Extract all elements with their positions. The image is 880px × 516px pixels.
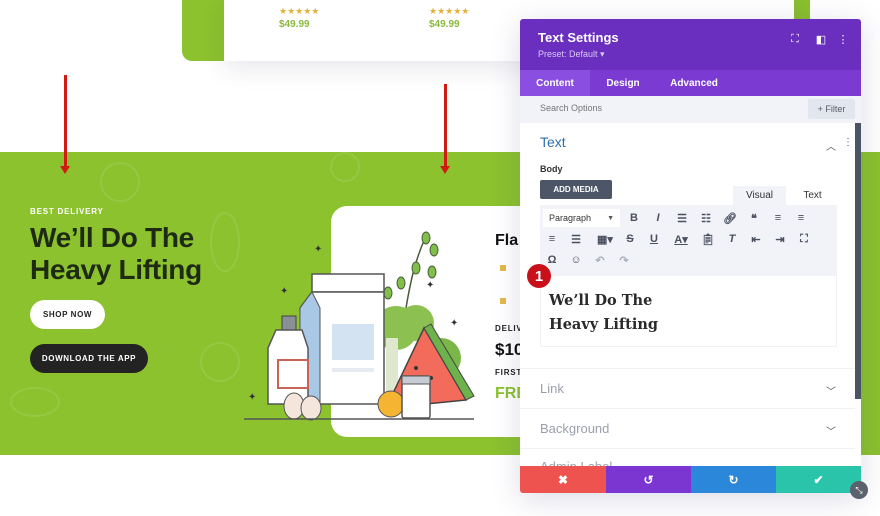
first-label: FIRST: [495, 368, 523, 377]
numbered-list-icon[interactable]: ☷: [698, 210, 714, 226]
promo-title: Fla: [495, 232, 519, 249]
text-settings-modal[interactable]: Text Settings Preset: Default ▾ ⛶ ◧ ⋮ Co…: [520, 19, 861, 493]
annotation-arrow: [440, 84, 450, 174]
annotation-badge: 1: [527, 264, 551, 288]
editor-line: We’ll Do The: [549, 292, 653, 309]
annotation-arrow: [60, 75, 70, 174]
caret-down-icon: ▼: [607, 214, 614, 222]
fullscreen-icon[interactable]: ⛶: [796, 231, 812, 247]
tab-content[interactable]: Content: [520, 70, 590, 96]
svg-text:✦: ✦: [280, 286, 288, 297]
more-vertical-icon[interactable]: ⋮: [836, 32, 850, 46]
hero-title: We’ll Do The Heavy Lifting: [30, 222, 202, 286]
blockquote-icon[interactable]: ❝: [746, 210, 762, 226]
bullet-icon: [500, 265, 506, 271]
divider: [520, 368, 855, 369]
product-price: $49.99: [429, 19, 460, 30]
hero-title-line: Heavy Lifting: [30, 254, 202, 285]
product-price: $49.99: [279, 19, 310, 30]
rich-text-editor[interactable]: We’ll Do The Heavy Lifting: [540, 275, 837, 347]
save-button[interactable]: ✔: [776, 466, 861, 493]
text-color-icon[interactable]: A▾: [670, 231, 692, 247]
search-bar: + Filter: [520, 96, 861, 123]
svg-text:✦: ✦: [314, 244, 322, 255]
tab-design[interactable]: Design: [590, 70, 656, 96]
svg-text:✦: ✦: [450, 318, 458, 329]
modal-header[interactable]: Text Settings Preset: Default ▾ ⛶ ◧ ⋮: [520, 19, 861, 70]
page-canvas: ★★★★★ $49.99 ★★★★★ $49.99 BEST DELIVERY …: [0, 0, 880, 516]
resize-handle-icon[interactable]: ⤡: [850, 481, 868, 499]
plant-icon: [383, 231, 439, 309]
shop-now-button[interactable]: SHOP NOW: [30, 300, 105, 329]
hero-kicker: BEST DELIVERY: [30, 207, 104, 216]
editor-content[interactable]: We’ll Do The Heavy Lifting: [549, 289, 658, 337]
align-right-icon[interactable]: ≡: [544, 231, 560, 247]
format-select-value: Paragraph: [549, 213, 592, 223]
decorative-doodle: [200, 342, 240, 382]
svg-text:✦: ✦: [426, 280, 434, 291]
redo-icon[interactable]: ↷: [616, 252, 632, 268]
orange-icon: [377, 390, 405, 418]
add-media-button[interactable]: ADD MEDIA: [540, 180, 612, 199]
strikethrough-icon[interactable]: S: [622, 231, 638, 247]
editor-tab-text[interactable]: Text: [786, 186, 839, 205]
align-left-icon[interactable]: ≡: [770, 210, 786, 226]
chevron-down-icon[interactable]: ﹀: [826, 423, 836, 438]
split-view-icon[interactable]: ◧: [814, 32, 828, 46]
italic-icon[interactable]: I: [650, 210, 666, 226]
undo-icon[interactable]: ↶: [592, 252, 608, 268]
tab-advanced[interactable]: Advanced: [656, 70, 732, 96]
redo-button[interactable]: ↻: [691, 466, 776, 493]
decorative-doodle: [330, 152, 360, 182]
body-label: Body: [540, 164, 563, 174]
editor-toolbar: Paragraph ▼ B I ☰ ☷ 🔗︎ ❝ ≡ ≡ ≡ ☰ ▦▾ S U …: [540, 205, 837, 275]
decorative-doodle: [100, 162, 140, 202]
can-icon: [401, 375, 431, 419]
settings-tabs: Content Design Advanced: [520, 70, 861, 96]
star-rating: ★★★★★: [279, 6, 320, 16]
outdent-icon[interactable]: ⇤: [748, 231, 764, 247]
filter-button[interactable]: + Filter: [808, 99, 855, 119]
svg-text:✦: ✦: [248, 392, 256, 403]
grocery-illustration: ✦ ✦ ✦ ✦ ✦: [244, 231, 475, 421]
table-icon[interactable]: ▦▾: [594, 231, 616, 247]
divider: [520, 408, 855, 409]
background-section-heading[interactable]: Background: [540, 421, 609, 436]
emoji-icon[interactable]: ☺: [568, 252, 584, 268]
hero-title-line: We’ll Do The: [30, 222, 194, 253]
divider: [520, 448, 855, 449]
paste-text-icon[interactable]: 📋︎: [700, 231, 716, 247]
format-select[interactable]: Paragraph ▼: [543, 209, 620, 227]
editor-tab-visual[interactable]: Visual: [733, 186, 786, 205]
link-icon[interactable]: 🔗︎: [722, 210, 738, 226]
align-center-icon[interactable]: ≡: [793, 210, 809, 226]
product-item[interactable]: ★★★★★ $49.99: [279, 6, 319, 30]
undo-button[interactable]: ↺: [606, 466, 691, 493]
download-app-button[interactable]: DOWNLOAD THE APP: [30, 344, 148, 373]
chevron-up-icon[interactable]: ︿: [826, 138, 836, 153]
search-options-input[interactable]: [540, 103, 740, 113]
editor-line: Heavy Lifting: [549, 316, 659, 333]
milk-carton-icon: [299, 273, 385, 405]
scrollbar[interactable]: [855, 123, 861, 399]
focus-icon[interactable]: ⛶: [788, 32, 802, 46]
text-section-heading[interactable]: Text: [540, 134, 566, 150]
bold-icon[interactable]: B: [626, 210, 642, 226]
decorative-doodle: [10, 387, 60, 417]
modal-title: Text Settings: [538, 30, 619, 45]
chevron-down-icon[interactable]: ﹀: [826, 383, 836, 398]
bullet-list-icon[interactable]: ☰: [674, 210, 690, 226]
product-item[interactable]: ★★★★★ $49.99: [429, 6, 469, 30]
link-section-heading[interactable]: Link: [540, 381, 564, 396]
clear-formatting-icon[interactable]: T: [724, 231, 740, 247]
underline-icon[interactable]: U: [646, 231, 662, 247]
preset-dropdown[interactable]: Preset: Default ▾: [538, 49, 605, 60]
indent-icon[interactable]: ⇥: [772, 231, 788, 247]
justify-icon[interactable]: ☰: [568, 231, 584, 247]
cancel-button[interactable]: ✖: [520, 466, 606, 493]
more-vertical-icon[interactable]: ⋮: [843, 137, 853, 148]
bullet-icon: [500, 298, 506, 304]
star-rating: ★★★★★: [429, 6, 470, 16]
delivery-label: DELIV: [495, 324, 523, 333]
